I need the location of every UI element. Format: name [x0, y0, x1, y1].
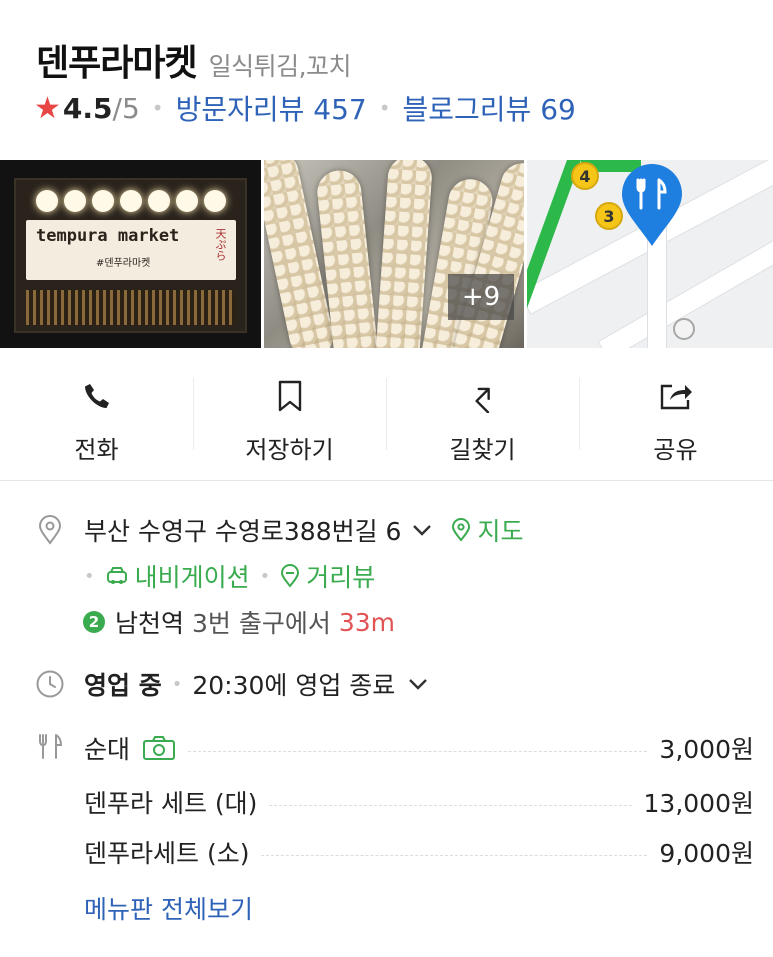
map-pin-icon [622, 164, 682, 246]
separator-dot: • [151, 96, 164, 120]
subway-line-2 [527, 160, 581, 348]
menu-item[interactable]: 덴푸라 세트 (대) 13,000원 [84, 784, 754, 820]
menu-item-price: 3,000원 [659, 735, 754, 764]
directions-label: 길찾기 [449, 436, 516, 464]
rating-score: 4.5 [62, 91, 113, 125]
car-icon [106, 567, 127, 584]
menu-item-price: 13,000원 [643, 789, 754, 818]
blog-reviews-link[interactable]: 블로그리뷰 69 [403, 88, 576, 128]
subway-line-badge: 2 [83, 611, 105, 633]
shutter-decoration [26, 290, 236, 325]
map-link-label: 지도 [477, 517, 524, 546]
dotted-leader [269, 804, 632, 806]
store-sign-image: tempura market #덴푸라마켓 天ぷら [14, 178, 247, 333]
title-row: 덴푸라마켓 일식튀김,꼬치 [36, 34, 352, 84]
subway-row: 2 남천역 3번 출구에서 33m [83, 604, 396, 640]
menu-item-name: 덴푸라 세트 (대) [84, 789, 258, 818]
section-divider [0, 481, 773, 491]
lamps-decoration [36, 190, 226, 212]
address-row: 부산 수영구 수영로388번길 6 지도 [84, 512, 523, 548]
storefront-photo[interactable]: tempura market #덴푸라마켓 天ぷら [0, 160, 261, 348]
save-button[interactable]: 저장하기 [193, 348, 386, 480]
camera-icon[interactable] [142, 735, 176, 761]
share-button[interactable]: 공유 [579, 348, 772, 480]
place-title: 덴푸라마켓 [36, 43, 198, 84]
directions-button[interactable]: 길찾기 [386, 348, 579, 480]
address-text: 부산 수영구 수영로388번길 6 [84, 517, 402, 546]
hours-status: 영업 중 [84, 671, 162, 700]
subway-distance: 33m [338, 607, 396, 637]
star-icon: ★ [34, 90, 61, 126]
place-header: 덴푸라마켓 일식튀김,꼬치 ★ 4.5 /5 • 방문자리뷰 457 • 블로그… [0, 0, 773, 160]
map-thumbnail[interactable]: 4 3 [527, 160, 773, 348]
hours-detail: 20:30에 영업 종료 [192, 671, 396, 700]
streetview-link[interactable]: 거리뷰 [280, 558, 375, 594]
call-label: 전화 [74, 436, 119, 464]
hours-row[interactable]: 영업 중 • 20:30에 영업 종료 [84, 666, 429, 702]
separator-dot: • [259, 565, 271, 587]
photo-strip: tempura market #덴푸라마켓 天ぷら +9 4 3 [0, 160, 773, 348]
menu-item[interactable]: 순대 3,000원 [84, 730, 754, 766]
poi-icon [673, 318, 695, 340]
bookmark-icon [270, 376, 310, 416]
subway-station: 남천역 [115, 609, 185, 638]
phone-icon [77, 376, 117, 416]
streetview-label: 거리뷰 [306, 563, 376, 592]
clock-icon [34, 668, 66, 700]
more-photos-badge[interactable]: +9 [448, 274, 514, 320]
menu-item[interactable]: 덴푸라세트 (소) 9,000원 [84, 834, 754, 870]
sign-board: tempura market #덴푸라마켓 天ぷら [26, 220, 236, 280]
place-category: 일식튀김,꼬치 [208, 52, 352, 81]
rating-row: ★ 4.5 /5 • 방문자리뷰 457 • 블로그리뷰 69 [34, 88, 576, 128]
subway-exit: 3번 출구에서 [192, 609, 331, 638]
save-label: 저장하기 [245, 436, 334, 464]
streetview-icon [281, 564, 300, 588]
map-pin-small-icon [452, 518, 471, 542]
navigation-link[interactable]: 내비게이션 [105, 558, 250, 594]
rating-max: /5 [112, 91, 140, 125]
location-pin-icon [34, 514, 66, 546]
menu-item-price: 9,000원 [659, 839, 754, 868]
share-icon [656, 376, 696, 416]
separator-dot: • [378, 96, 391, 120]
visitor-reviews-link[interactable]: 방문자리뷰 457 [176, 88, 367, 128]
sign-subtext: #덴푸라마켓 [96, 258, 151, 269]
food-photo[interactable]: +9 [264, 160, 524, 348]
separator-dot: • [171, 673, 183, 695]
sign-mark: 天ぷら [214, 228, 227, 261]
exit-badge: 4 [571, 162, 599, 190]
action-bar: 전화 저장하기 길찾기 공유 [0, 348, 773, 481]
utensils-icon [34, 730, 66, 762]
dotted-leader [261, 854, 648, 856]
share-label: 공유 [653, 436, 698, 464]
menu-item-name: 덴푸라세트 (소) [84, 839, 250, 868]
directions-icon [463, 376, 503, 416]
view-full-menu-link[interactable]: 메뉴판 전체보기 [84, 890, 253, 926]
dotted-leader [188, 750, 648, 752]
chevron-down-icon[interactable] [407, 677, 429, 691]
separator-dot: • [84, 565, 95, 587]
navigation-label: 내비게이션 [134, 563, 250, 592]
chevron-down-icon[interactable] [411, 523, 433, 537]
menu-item-name: 순대 [84, 735, 131, 764]
call-button[interactable]: 전화 [0, 348, 193, 480]
map-link[interactable]: 지도 [451, 512, 523, 548]
nav-links-row: • 내비게이션 • 거리뷰 [84, 558, 375, 594]
sign-text: tempura market [36, 226, 180, 246]
